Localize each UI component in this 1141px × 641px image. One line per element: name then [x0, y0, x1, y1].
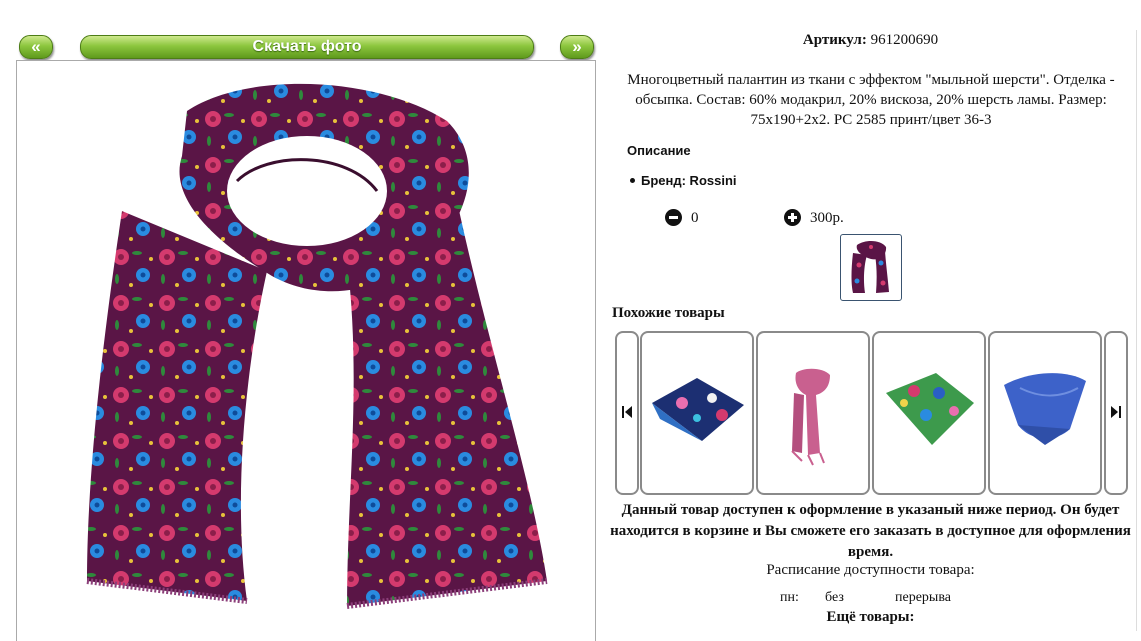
schedule-to: перерыва: [895, 590, 951, 605]
similar-item-4[interactable]: [988, 331, 1102, 495]
article-value: 961200690: [870, 32, 939, 48]
similar-products-title: Похожие товары: [612, 305, 725, 321]
product-photo: [16, 60, 596, 641]
similar-item-2[interactable]: [756, 331, 870, 495]
more-products-title: Ещё товары:: [826, 609, 915, 625]
brand-item: Бренд: Rossini: [630, 173, 737, 188]
scarf-thumbnail-image: [851, 241, 889, 293]
details-title: Описание: [627, 143, 691, 158]
carousel-next-button[interactable]: [1104, 331, 1128, 495]
product-details: Артикул: 961200690 Многоцветный палантин…: [600, 0, 1141, 631]
skip-forward-icon: [1111, 406, 1121, 418]
quantity-value: 0: [691, 210, 699, 226]
article-number: Артикул: 961200690: [600, 32, 1141, 49]
skip-back-icon: [622, 406, 632, 418]
download-photo-button[interactable]: Скачать фото: [80, 35, 534, 59]
next-photo-button[interactable]: »: [560, 35, 594, 59]
carousel-prev-button[interactable]: [615, 331, 639, 495]
schedule-title: Расписание доступности товара:: [766, 562, 975, 578]
right-divider: [1136, 30, 1137, 631]
product-description: Многоцветный палантин из ткани с эффекто…: [627, 72, 1115, 128]
blue-scarf-image: [1004, 373, 1086, 445]
product-thumbnail[interactable]: [840, 234, 902, 301]
plus-circle-icon[interactable]: [784, 209, 801, 226]
similar-item-1[interactable]: [640, 331, 754, 495]
brand-label: Бренд: Rossini: [641, 173, 737, 188]
price: 300р.: [810, 210, 844, 226]
schedule-day: пн:: [780, 590, 799, 605]
pink-scarf-image: [791, 368, 830, 466]
availability-notice: Данный товар доступен к оформление в ука…: [610, 502, 1131, 560]
prev-photo-button[interactable]: «: [19, 35, 53, 59]
printed-scarf-image: [652, 378, 744, 441]
similar-item-3[interactable]: [872, 331, 986, 495]
floral-scarf-image: [886, 373, 974, 445]
article-label: Артикул:: [802, 32, 867, 48]
schedule-from: без: [825, 590, 844, 605]
bullet-icon: [630, 178, 635, 184]
scarf-image: [86, 83, 548, 609]
minus-circle-icon[interactable]: [665, 209, 682, 226]
